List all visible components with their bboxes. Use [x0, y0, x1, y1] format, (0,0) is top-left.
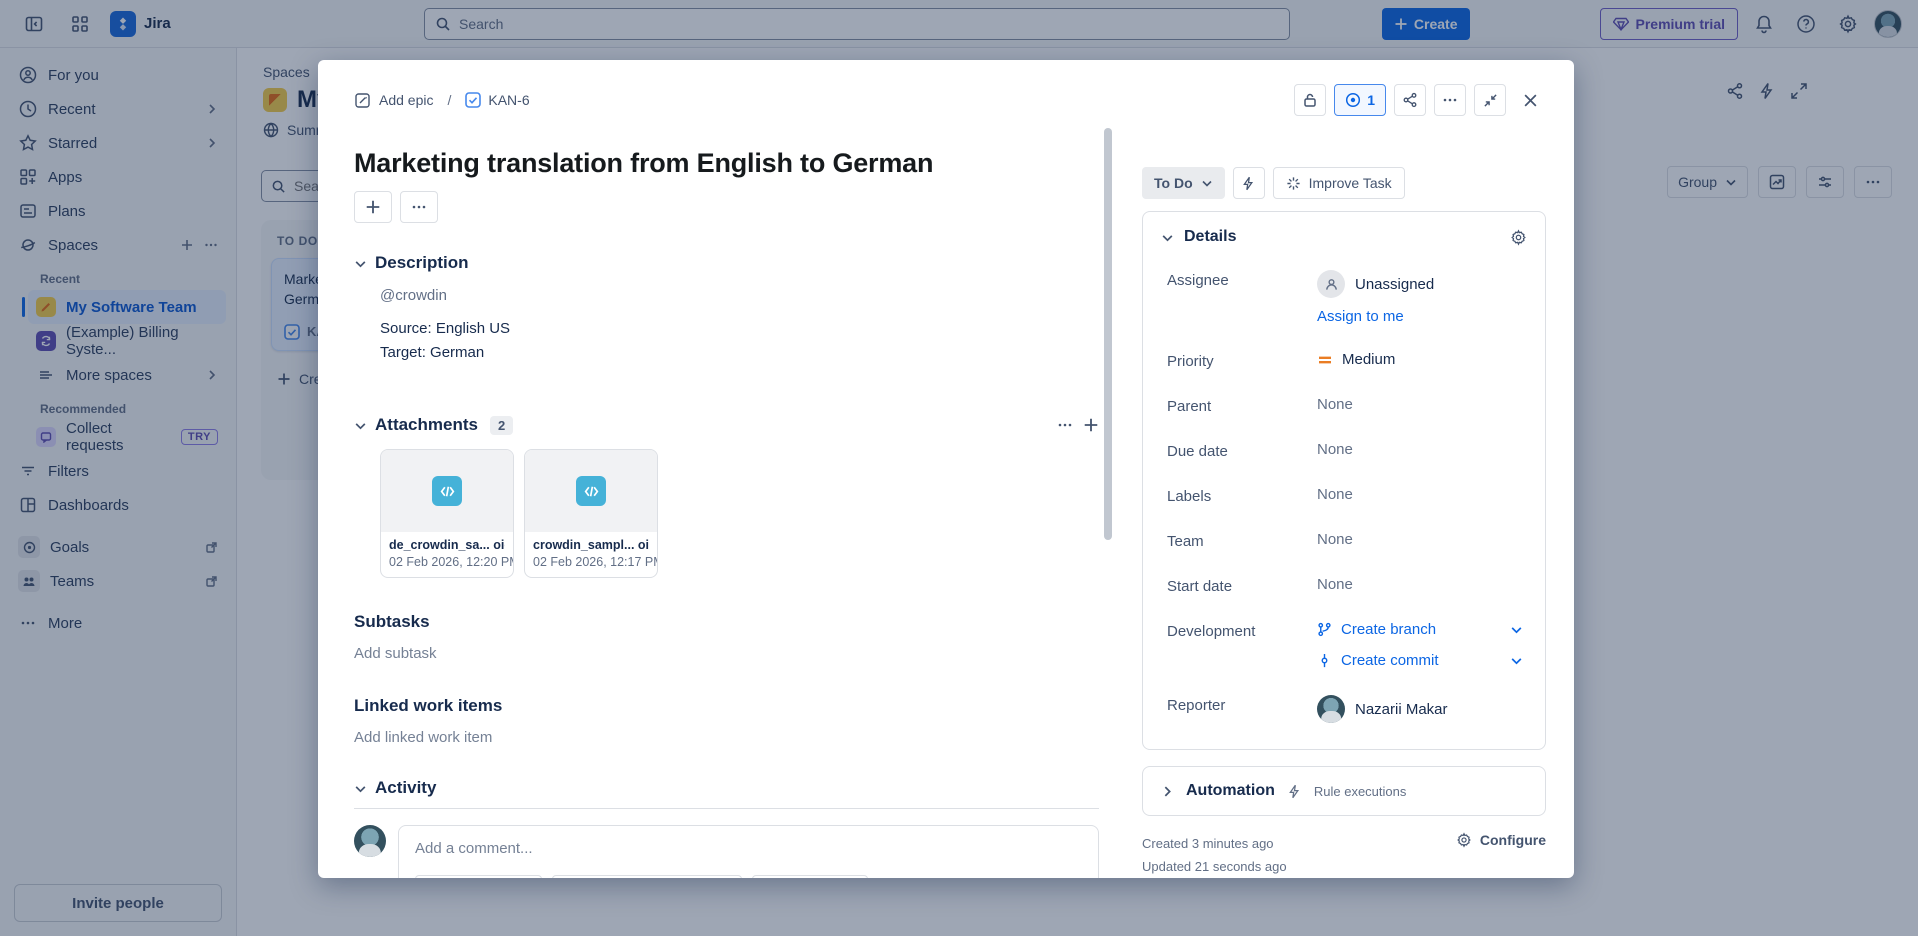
reporter-label: Reporter	[1167, 695, 1317, 714]
chevron-down-icon	[354, 257, 367, 270]
watch-eye-icon	[1345, 92, 1361, 108]
attachments-more-icon[interactable]	[1057, 417, 1073, 433]
create-branch-link[interactable]: Create branch	[1317, 621, 1523, 638]
more-horizontal-icon[interactable]	[1434, 84, 1466, 116]
current-user-avatar	[354, 825, 386, 857]
priority-medium-icon	[1317, 353, 1333, 367]
task-type-icon	[465, 92, 481, 108]
attachment-card[interactable]: crowdin_sampl... oid.xml 02 Feb 2026, 12…	[524, 449, 658, 578]
add-linked-item-field[interactable]: Add linked work item	[354, 729, 1099, 746]
close-icon[interactable]	[1514, 84, 1546, 116]
due-date-value[interactable]: None	[1317, 441, 1523, 458]
xml-file-icon	[576, 476, 606, 506]
status-update-button[interactable]: Status update	[752, 875, 868, 878]
activity-section-header[interactable]: Activity	[354, 778, 1099, 798]
attachments-add-icon[interactable]	[1083, 417, 1099, 433]
create-commit-link[interactable]: Create commit	[1317, 652, 1523, 669]
add-content-button[interactable]	[354, 191, 392, 223]
share-icon[interactable]	[1394, 84, 1426, 116]
assign-to-me-link[interactable]: Assign to me	[1317, 308, 1404, 325]
comment-placeholder: Add a comment...	[415, 840, 1082, 857]
created-timestamp: Created 3 minutes ago	[1142, 832, 1287, 855]
description-target-line: Target: German	[380, 344, 1099, 361]
automation-bolt-icon	[1287, 784, 1302, 799]
chevron-down-icon[interactable]	[1510, 654, 1523, 667]
branch-icon	[1317, 622, 1332, 637]
reporter-avatar	[1317, 695, 1345, 723]
development-label: Development	[1167, 621, 1317, 640]
subtasks-section-header: Subtasks	[354, 612, 1099, 632]
linked-items-section-header: Linked work items	[354, 696, 1099, 716]
add-subtask-field[interactable]: Add subtask	[354, 645, 1099, 662]
ai-sparkle-icon	[1286, 176, 1301, 191]
description-source-line: Source: English US	[380, 320, 1099, 337]
start-date-value[interactable]: None	[1317, 576, 1523, 593]
collapse-modal-icon[interactable]	[1474, 84, 1506, 116]
description-section-header[interactable]: Description	[354, 253, 1099, 273]
chevron-down-icon[interactable]	[1510, 623, 1523, 636]
improve-task-button[interactable]: Improve Task	[1273, 167, 1405, 199]
automation-panel[interactable]: Automation Rule executions	[1142, 766, 1546, 816]
assignee-value[interactable]: Unassigned	[1317, 270, 1523, 298]
rule-executions-label: Rule executions	[1314, 784, 1407, 799]
attachment-card[interactable]: de_crowdin_sa... oid.xml 02 Feb 2026, 12…	[380, 449, 514, 578]
comment-box[interactable]: Add a comment... Suggest a reply Who is …	[398, 825, 1099, 878]
labels-label: Labels	[1167, 486, 1317, 505]
assignee-label: Assignee	[1167, 270, 1317, 289]
breadcrumb-separator: /	[443, 92, 455, 108]
automation-bolt-button[interactable]	[1233, 167, 1265, 199]
details-panel: Details Assignee Unassigned Assign to me	[1142, 211, 1546, 750]
add-epic-icon	[354, 92, 371, 109]
priority-label: Priority	[1167, 351, 1317, 370]
watch-button[interactable]: 1	[1334, 84, 1386, 116]
lock-icon[interactable]	[1294, 84, 1326, 116]
attachments-count-badge: 2	[490, 416, 513, 435]
parent-label: Parent	[1167, 396, 1317, 415]
xml-file-icon	[432, 476, 462, 506]
labels-value[interactable]: None	[1317, 486, 1523, 503]
chevron-right-icon	[1161, 785, 1174, 798]
commit-icon	[1317, 653, 1332, 668]
issue-key-link[interactable]: KAN-6	[465, 92, 529, 108]
attachment-thumbnail	[381, 450, 513, 532]
more-actions-button[interactable]	[400, 191, 438, 223]
mention-crowdin[interactable]: @crowdin	[380, 287, 1099, 304]
who-is-working-button[interactable]: Who is working on this...?	[552, 875, 742, 878]
issue-modal: Add epic / KAN-6 1 Marketing translation…	[318, 60, 1574, 878]
team-label: Team	[1167, 531, 1317, 550]
reporter-value[interactable]: Nazarii Makar	[1317, 695, 1523, 723]
divider	[354, 808, 1099, 809]
configure-button[interactable]: Configure	[1456, 832, 1546, 848]
chevron-down-icon	[1201, 177, 1213, 189]
parent-value[interactable]: None	[1317, 396, 1523, 413]
status-dropdown[interactable]: To Do	[1142, 167, 1225, 199]
chevron-down-icon[interactable]	[1161, 231, 1174, 244]
team-value[interactable]: None	[1317, 531, 1523, 548]
updated-timestamp: Updated 21 seconds ago	[1142, 855, 1287, 878]
suggest-reply-button[interactable]: Suggest a reply	[415, 875, 542, 878]
issue-title[interactable]: Marketing translation from English to Ge…	[354, 148, 1099, 179]
start-date-label: Start date	[1167, 576, 1317, 595]
priority-value[interactable]: Medium	[1317, 351, 1523, 368]
chevron-down-icon	[354, 782, 367, 795]
gear-icon	[1456, 832, 1472, 848]
add-epic-button[interactable]: Add epic	[354, 92, 433, 109]
due-date-label: Due date	[1167, 441, 1317, 460]
modal-scrollbar[interactable]	[1104, 128, 1112, 540]
chevron-down-icon	[354, 419, 367, 432]
attachment-thumbnail	[525, 450, 657, 532]
attachments-section-header[interactable]: Attachments 2	[354, 415, 1099, 435]
unassigned-avatar-icon	[1317, 270, 1345, 298]
details-settings-icon[interactable]	[1510, 229, 1527, 246]
